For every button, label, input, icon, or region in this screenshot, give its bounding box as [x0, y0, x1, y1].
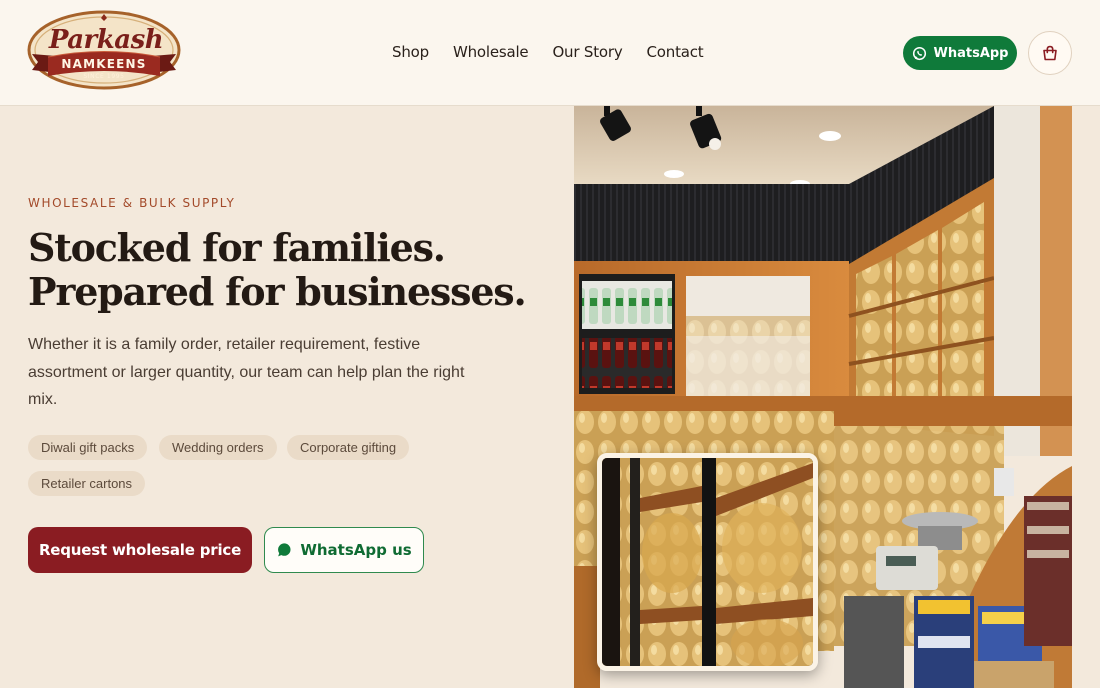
- logo-since-text: SINCE 1995: [83, 73, 125, 80]
- logo-banner-text: NAMKEENS: [61, 57, 147, 71]
- shelf-closeup-illustration: [602, 458, 813, 666]
- whatsapp-us-button[interactable]: WhatsApp us: [264, 527, 424, 573]
- chip-wedding-orders[interactable]: Wedding orders: [159, 435, 277, 460]
- logo-wordmark: Parkash: [48, 25, 164, 55]
- nav-link-shop[interactable]: Shop: [392, 43, 429, 61]
- main-nav: Shop Wholesale Our Story Contact: [392, 43, 704, 61]
- hero-headline-line-1: Stocked for families.: [28, 225, 446, 270]
- nav-link-wholesale[interactable]: Wholesale: [453, 43, 529, 61]
- shopping-bag-icon: [1043, 45, 1057, 61]
- chip-retailer-cartons[interactable]: Retailer cartons: [28, 471, 146, 496]
- nav-link-contact[interactable]: Contact: [647, 43, 704, 61]
- chat-bubble-icon: [278, 543, 291, 557]
- nav-link-our-story[interactable]: Our Story: [552, 43, 622, 61]
- whatsapp-icon: [912, 46, 926, 60]
- header-whatsapp-label: WhatsApp: [933, 45, 1009, 61]
- hero-description: Whether it is a family order, retailer r…: [28, 336, 465, 408]
- brand-logo[interactable]: Parkash NAMKEENS SINCE 1995: [26, 10, 182, 96]
- cart-button[interactable]: [1028, 31, 1072, 75]
- hero-eyebrow: WHOLESALE & BULK SUPPLY: [28, 196, 236, 210]
- chip-corporate-gifting[interactable]: Corporate gifting: [287, 435, 410, 460]
- hero-headline-line-2: Prepared for businesses.: [28, 269, 527, 314]
- whatsapp-us-label: WhatsApp us: [300, 541, 412, 559]
- chip-diwali-gift-packs[interactable]: Diwali gift packs: [28, 435, 148, 460]
- shelf-closeup-photo: [597, 453, 818, 671]
- header-whatsapp-button[interactable]: WhatsApp: [903, 36, 1017, 70]
- request-wholesale-price-button[interactable]: Request wholesale price: [28, 527, 252, 573]
- site-header: Parkash NAMKEENS SINCE 1995 Shop Wholesa…: [0, 0, 1100, 106]
- hero-headline: Stocked for families. Prepared for busin…: [28, 226, 548, 314]
